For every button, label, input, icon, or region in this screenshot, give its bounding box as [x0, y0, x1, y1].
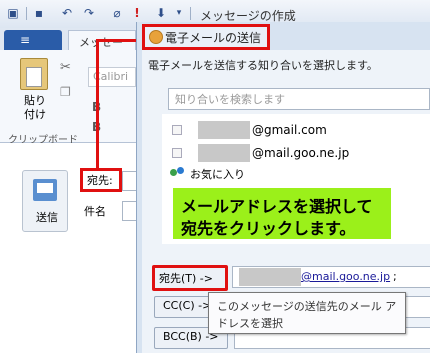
to-field-label[interactable]: 宛先:: [80, 168, 122, 192]
to-button[interactable]: 宛先(T) ->: [152, 265, 228, 291]
contact-search-input[interactable]: [168, 88, 430, 110]
menu-icon: ≡: [20, 33, 31, 47]
redacted-name: [198, 144, 250, 162]
paste-button-label[interactable]: 貼り 付け: [24, 94, 48, 122]
qat-separator: [190, 7, 191, 20]
contact-email: @gmail.com: [252, 123, 327, 137]
favorites-label[interactable]: お気に入り: [190, 166, 245, 182]
bold-button[interactable]: B: [92, 100, 106, 114]
undo-icon[interactable]: ↶: [60, 6, 74, 20]
attach-icon[interactable]: ⌀: [110, 6, 124, 20]
tooltip-line-1: このメッセージの送信先のメール ア: [217, 300, 397, 313]
download-icon[interactable]: ⬇: [154, 6, 168, 20]
send-label: 送信: [36, 211, 58, 224]
redo-icon[interactable]: ↷: [82, 6, 96, 20]
subject-label: 件名: [84, 205, 106, 218]
instruction-callout: メールアドレスを選択して 宛先をクリックします。: [173, 188, 391, 239]
redacted-name: [239, 268, 301, 286]
to-recipients-field[interactable]: @mail.goo.ne.jp ;: [232, 266, 430, 288]
callout-line-1: メールアドレスを選択して: [181, 197, 373, 216]
qat-dropdown-icon[interactable]: ▾: [172, 6, 186, 20]
tab-message-label: メッセー: [79, 36, 123, 49]
annotation-connector: [96, 39, 139, 42]
recipient-separator: ;: [393, 270, 397, 283]
dialog-title-bar: 電子メールの送信: [142, 24, 270, 50]
favorites-icon: [170, 167, 186, 179]
annotation-connector: [96, 41, 99, 169]
contact-checkbox[interactable]: [172, 148, 182, 158]
recipient-email: @mail.goo.ne.jp: [301, 270, 391, 283]
paste-icon[interactable]: [20, 58, 48, 90]
callout-line-2: 宛先をクリックします。: [181, 219, 356, 238]
flag-icon[interactable]: !: [130, 6, 144, 20]
outlook-icon: ▣: [7, 6, 19, 20]
redacted-name: [198, 121, 250, 139]
tooltip: このメッセージの送信先のメール ア ドレスを選択: [208, 292, 406, 334]
contact-row[interactable]: @mail.goo.ne.jp: [168, 144, 428, 162]
mail-dialog-icon: [149, 30, 163, 44]
contact-checkbox[interactable]: [172, 125, 182, 135]
copy-icon[interactable]: ❐: [60, 85, 71, 99]
dialog-instruction: 電子メールを送信する知り合いを選択します。: [148, 59, 378, 72]
save-icon[interactable]: ▪: [32, 6, 46, 20]
scissors-icon[interactable]: ✂: [60, 60, 71, 75]
dialog-title: 電子メールの送信: [165, 31, 262, 45]
cc-button-label: CC(C) ->: [163, 299, 212, 312]
tooltip-line-2: ドレスを選択: [217, 317, 283, 330]
file-tab[interactable]: ≡: [4, 30, 62, 50]
format-button[interactable]: B: [92, 120, 106, 134]
to-button-label: 宛先(T) ->: [159, 272, 213, 285]
qat-separator: [26, 7, 27, 20]
contact-email: @mail.goo.ne.jp: [252, 146, 350, 160]
contact-row[interactable]: @gmail.com: [168, 121, 428, 139]
send-button[interactable]: 送信: [22, 170, 68, 232]
send-icon: [33, 179, 57, 201]
